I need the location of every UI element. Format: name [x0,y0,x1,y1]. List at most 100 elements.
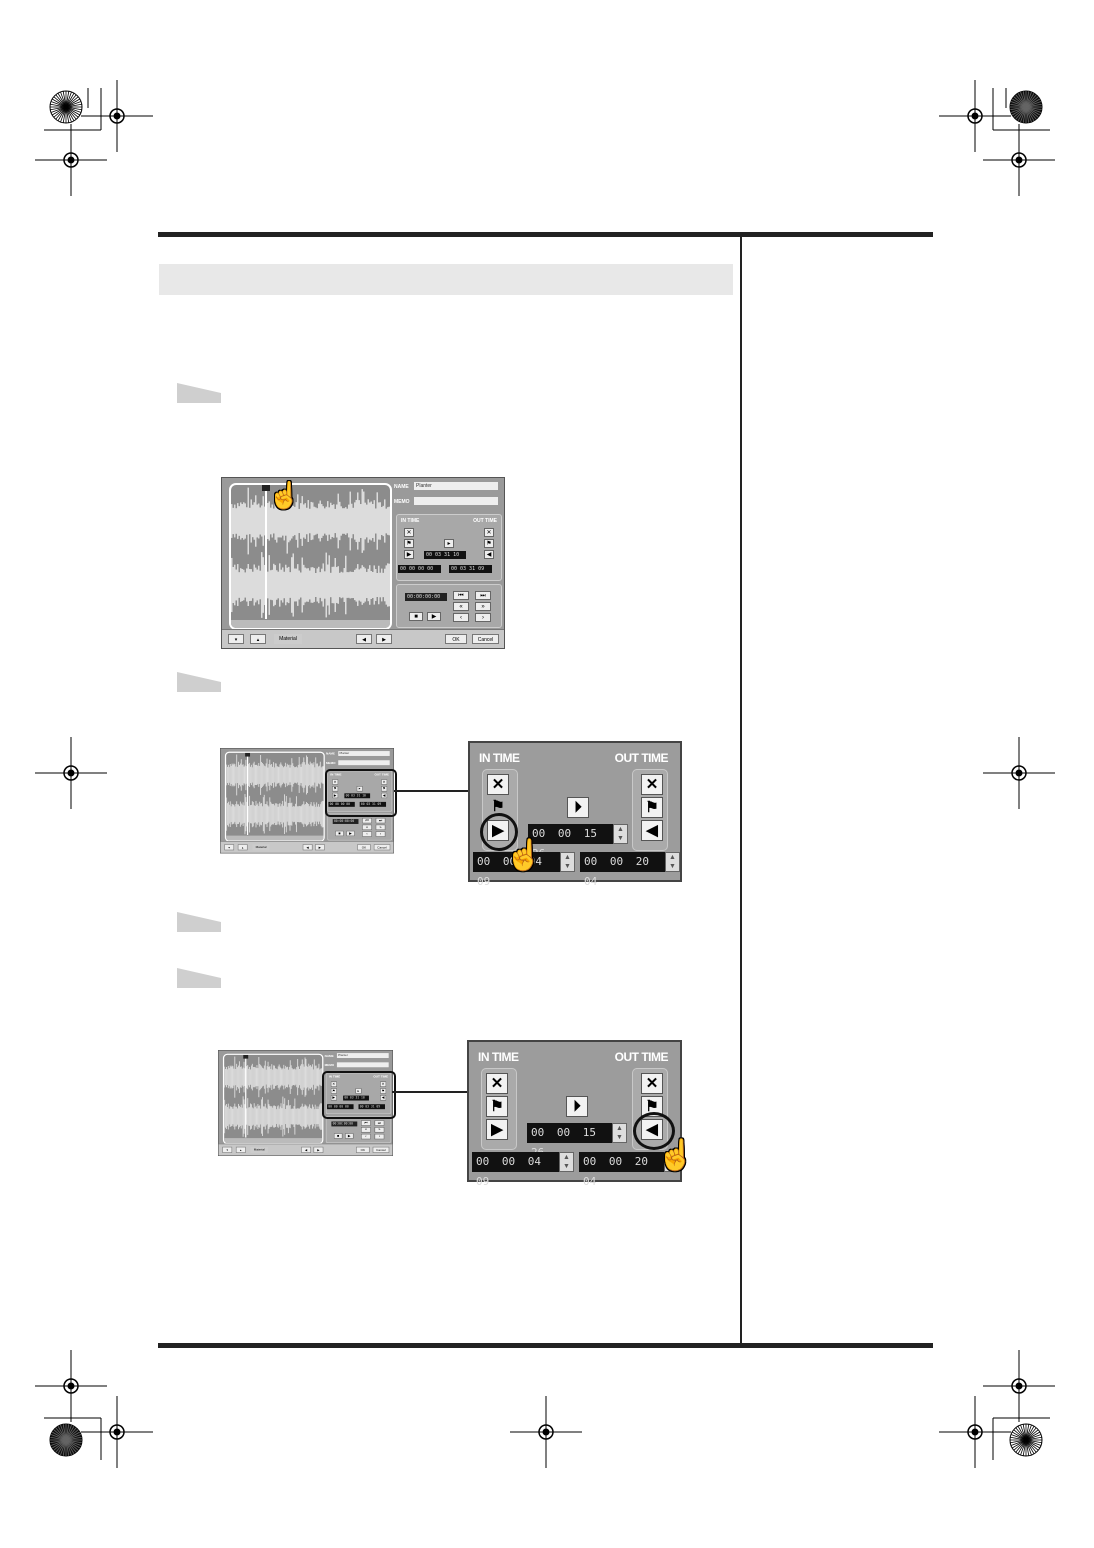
play-button[interactable]: ▶ [346,830,355,837]
fast-forward-button[interactable]: » [374,1127,385,1133]
length-time-spinner[interactable]: ▲ ▼ [612,1123,627,1143]
length-time-spinner[interactable]: ▲ ▼ [613,824,628,844]
export-button[interactable]: ▴ [250,634,266,644]
next-button[interactable]: ▶ [313,1146,324,1153]
out-time-display[interactable]: 00 03 31 09 [449,565,492,573]
next-button[interactable]: ▶ [376,634,392,644]
out-time-spinner[interactable]: ▲ ▼ [665,852,680,872]
cancel-button[interactable]: Cancel [373,844,391,851]
waveform-sample [250,1103,251,1130]
set-out-button[interactable]: ◀ [484,550,494,559]
name-field[interactable]: Planter [338,751,390,756]
go-to-start-button[interactable]: ⏮ [453,591,469,600]
previous-button[interactable]: ◀ [356,634,372,644]
play-range-button[interactable]: ⏵ [567,797,589,818]
name-field[interactable]: Planter [414,482,498,490]
material-button[interactable]: Material [274,634,302,644]
fast-forward-button[interactable]: » [375,824,386,831]
memo-field[interactable] [336,1062,389,1068]
clear-out-button[interactable]: ✕ [641,1073,663,1094]
ok-button[interactable]: OK [445,634,467,644]
waveform-sample [250,804,252,824]
pointing-hand-icon: ☝ [657,1139,695,1172]
clear-in-button[interactable]: ✕ [487,774,509,795]
stop-button[interactable]: ■ [333,1133,343,1139]
stop-button[interactable]: ■ [335,830,344,837]
playhead-handle[interactable] [243,1054,249,1059]
rewind-button[interactable]: « [360,1127,371,1133]
import-button[interactable]: ▾ [228,634,244,644]
waveform-sample [294,767,296,783]
go-to-end-button[interactable]: ⏭ [375,817,386,824]
step-forward-button[interactable]: › [475,613,491,622]
step-back-button[interactable]: ‹ [453,613,469,622]
in-time-display[interactable]: 00 00 00 00 [398,565,441,573]
waveform-display[interactable] [222,1053,324,1145]
material-button[interactable]: Material [252,844,270,851]
memo-field[interactable] [338,760,390,766]
waveform-sample [284,1098,286,1135]
next-button[interactable]: ▶ [314,844,325,851]
rewind-button[interactable]: « [453,602,469,611]
waveform-sample [226,764,228,786]
waveform-display[interactable] [229,483,392,630]
playhead-handle[interactable] [245,752,251,757]
playhead-cursor[interactable] [245,1054,247,1138]
play-range-button[interactable]: ⏵ [566,1096,588,1117]
go-to-start-button[interactable]: ⏮ [362,817,372,824]
import-button[interactable]: ▾ [224,844,235,851]
in-time-spinner[interactable]: ▲ ▼ [559,1152,574,1172]
out-time-display[interactable]: 00 00 20 04 [580,852,665,888]
play-button[interactable]: ▶ [344,1133,354,1139]
clear-out-button[interactable]: ✕ [484,528,494,537]
playhead-cursor[interactable] [265,485,267,619]
go-to-end-button[interactable]: ⏭ [475,591,491,600]
cancel-button[interactable]: Cancel [372,1146,390,1153]
stop-button[interactable]: ■ [409,612,423,621]
goto-out-button[interactable]: ⚑ [484,539,494,548]
go-to-start-button[interactable]: ⏮ [360,1120,371,1126]
waveform-sample [264,766,266,784]
cancel-button[interactable]: Cancel [472,634,499,644]
import-button[interactable]: ▾ [222,1146,233,1153]
play-button[interactable]: ▶ [427,612,441,621]
go-to-end-button[interactable]: ⏭ [374,1120,385,1126]
fast-forward-button[interactable]: » [475,602,491,611]
goto-in-button[interactable]: ⚑ [404,539,414,548]
waveform-sample [228,1067,230,1087]
name-field[interactable]: Planter [336,1053,389,1059]
waveform-sample [311,1104,313,1129]
waveform-scrollbar[interactable] [226,835,324,841]
memo-field[interactable] [414,497,498,505]
clear-in-button[interactable]: ✕ [404,528,414,537]
clear-in-button[interactable]: ✕ [486,1073,508,1094]
previous-button[interactable]: ◀ [301,1146,312,1153]
waveform-sample [321,504,323,538]
step-forward-button[interactable]: › [375,831,386,837]
out-time-display[interactable]: 00 00 20 04 [579,1152,664,1188]
set-out-point-button[interactable]: ◀ [641,820,663,841]
ok-button[interactable]: OK [357,844,371,851]
in-time-display[interactable]: 00 00 04 09 [472,1152,560,1188]
top-rule [158,232,933,237]
step-forward-button[interactable]: › [374,1133,385,1140]
clear-out-button[interactable]: ✕ [641,774,663,795]
waveform-scrollbar[interactable] [231,620,390,628]
waveform-display[interactable] [224,751,325,842]
set-in-point-button[interactable]: ▶ [486,1119,508,1140]
previous-button[interactable]: ◀ [302,844,313,851]
material-button[interactable]: Material [250,1146,268,1153]
goto-out-button[interactable]: ⚑ [641,797,663,818]
goto-in-button[interactable]: ⚑ [486,1096,508,1117]
playhead-cursor[interactable] [246,752,249,835]
step-back-button[interactable]: ‹ [360,1133,371,1140]
ok-button[interactable]: OK [356,1146,370,1153]
play-range-button[interactable]: ▸ [444,539,454,548]
export-button[interactable]: ▴ [235,1146,246,1153]
step-back-button[interactable]: ‹ [362,831,372,837]
in-time-spinner[interactable]: ▲ ▼ [560,852,575,872]
set-in-button[interactable]: ▶ [404,550,414,559]
rewind-button[interactable]: « [362,824,372,831]
export-button[interactable]: ▴ [237,844,248,851]
waveform-scrollbar[interactable] [224,1138,323,1144]
